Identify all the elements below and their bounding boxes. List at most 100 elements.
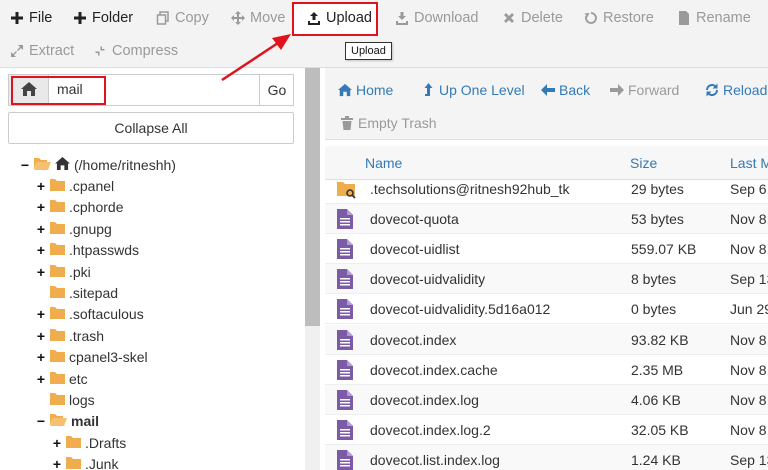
table-row[interactable]: dovecot.index.log.2 32.05 KB Nov 8, [325, 415, 768, 445]
table-row[interactable]: dovecot.index 93.82 KB Nov 8, [325, 324, 768, 355]
up-one-level-label: Up One Level [439, 82, 525, 98]
file-icon [337, 239, 353, 260]
file-size: 32.05 KB [631, 421, 689, 438]
file-last-modified: Nov 8, [730, 211, 768, 228]
tree-item[interactable]: − (/home/ritneshh) [20, 154, 176, 175]
path-input[interactable]: mail [57, 81, 83, 97]
tree-item[interactable]: + etc [36, 368, 88, 389]
tree-item[interactable]: + .htpasswds [36, 240, 139, 261]
file-last-modified: Nov 8, [730, 421, 768, 438]
download-button[interactable]: Download [395, 4, 479, 32]
table-row[interactable]: dovecot-uidlist 559.07 KB Nov 8, [325, 234, 768, 265]
collapse-toggle-icon[interactable]: − [20, 157, 30, 173]
folder-icon [66, 435, 81, 451]
tree-item-label: .softaculous [69, 306, 144, 323]
nav-home-button[interactable]: Home [338, 79, 393, 101]
tree-item-label: cpanel3-skel [69, 349, 148, 366]
file-icon [337, 389, 353, 410]
back-button[interactable]: Back [541, 79, 590, 101]
tree-item[interactable]: + .Drafts [52, 432, 126, 453]
table-row[interactable]: dovecot.list.index.log 1.24 KB Sep 13 [325, 444, 768, 470]
folder-icon [50, 242, 65, 258]
tree-item-label: logs [69, 391, 95, 408]
tree-item[interactable]: + .Junk [52, 454, 119, 470]
table-row[interactable]: dovecot-uidvalidity 8 bytes Sep 13 [325, 264, 768, 295]
home-icon [338, 83, 352, 97]
table-row[interactable]: dovecot-uidvalidity.5d16a012 0 bytes Jun 2… [325, 294, 768, 325]
rename-button[interactable]: Rename [677, 4, 751, 32]
file-name: dovecot.list.index.log [370, 451, 500, 468]
reload-button[interactable]: Reload [705, 79, 767, 101]
file-last-modified: Sep 13 [730, 271, 768, 288]
expand-toggle-icon[interactable]: + [36, 328, 46, 344]
new-file-button[interactable]: File [10, 4, 52, 32]
tree-item-label: .gnupg [69, 220, 112, 237]
up-one-level-button[interactable]: Up One Level [421, 79, 525, 101]
extract-label: Extract [29, 43, 75, 59]
tree-item[interactable]: + .gnupg [36, 218, 112, 239]
move-button[interactable]: Move [231, 4, 285, 32]
file-name: dovecot.index.log.2 [370, 421, 491, 438]
open-folder-icon [34, 157, 51, 173]
file-last-modified: Sep 13 [730, 451, 768, 468]
expand-icon [10, 44, 24, 58]
tree-item[interactable]: + .pki [36, 261, 91, 282]
tree-item-label: .pki [69, 263, 91, 280]
go-button[interactable]: Go [259, 75, 294, 105]
expand-toggle-icon[interactable]: + [36, 306, 46, 322]
restore-button[interactable]: Restore [584, 4, 654, 32]
level-up-icon [424, 83, 433, 96]
tree-item[interactable]: + cpanel3-skel [36, 347, 148, 368]
tree-item[interactable]: + .trash [36, 325, 104, 346]
home-icon [20, 81, 37, 99]
tree-item[interactable]: + .cpanel [36, 175, 114, 196]
new-folder-button[interactable]: Folder [73, 4, 133, 32]
expand-toggle-icon[interactable]: + [36, 349, 46, 365]
compress-button[interactable]: Compress [93, 37, 178, 65]
file-name: dovecot.index.log [370, 391, 479, 408]
size-column-header[interactable]: Size [630, 155, 657, 171]
tree-item-label: etc [69, 370, 88, 387]
folder-icon [50, 392, 65, 408]
forward-button[interactable]: Forward [610, 79, 679, 101]
last-modified-column-header[interactable]: Last M [730, 155, 768, 171]
file-name: dovecot-uidlist [370, 241, 460, 258]
table-row[interactable]: dovecot.index.log 4.06 KB Nov 8, [325, 384, 768, 415]
expand-toggle-icon[interactable]: + [52, 435, 62, 451]
folder-link-icon [337, 179, 356, 199]
upload-icon [307, 11, 321, 25]
collapse-all-button[interactable]: Collapse All [8, 112, 294, 144]
file-size: 1.24 KB [631, 451, 681, 468]
tree-item-label: .sitepad [69, 284, 119, 301]
tree-scrollbar-thumb[interactable] [305, 68, 320, 326]
expand-toggle-icon[interactable]: + [36, 178, 46, 194]
expand-toggle-icon[interactable]: + [36, 242, 46, 258]
table-row[interactable]: .techsolutions@ritnesh92hub_tk 29 bytes Se… [325, 174, 768, 204]
expand-toggle-icon[interactable]: + [36, 371, 46, 387]
name-column-header[interactable]: Name [365, 155, 402, 171]
download-icon [395, 11, 409, 25]
upload-button[interactable]: Upload [307, 4, 372, 32]
expand-toggle-icon[interactable]: + [52, 456, 62, 470]
forward-label: Forward [628, 82, 680, 98]
tree-item[interactable]: − mail [36, 411, 99, 432]
tree-item[interactable]: + .softaculous [36, 304, 144, 325]
empty-trash-button[interactable]: Empty Trash [340, 112, 437, 134]
tree-item[interactable]: .sitepad [36, 282, 118, 303]
delete-button[interactable]: Delete [502, 4, 563, 32]
copy-button[interactable]: Copy [156, 4, 209, 32]
expand-toggle-icon[interactable]: + [36, 264, 46, 280]
file-icon [337, 359, 353, 380]
compress-icon [93, 44, 107, 58]
expand-toggle-icon[interactable]: + [36, 199, 46, 215]
extract-button[interactable]: Extract [10, 37, 74, 65]
file-name: .techsolutions@ritnesh92hub_tk [370, 181, 570, 197]
file-name: dovecot-quota [370, 211, 459, 228]
tree-item[interactable]: logs [36, 389, 95, 410]
table-row[interactable]: dovecot-quota 53 bytes Nov 8, [325, 204, 768, 235]
tree-item[interactable]: + .cphorde [36, 197, 124, 218]
collapse-toggle-icon[interactable]: − [36, 413, 46, 429]
table-row[interactable]: dovecot.index.cache 2.35 MB Nov 8, [325, 355, 768, 385]
home-button[interactable] [9, 75, 49, 105]
expand-toggle-icon[interactable]: + [36, 221, 46, 237]
